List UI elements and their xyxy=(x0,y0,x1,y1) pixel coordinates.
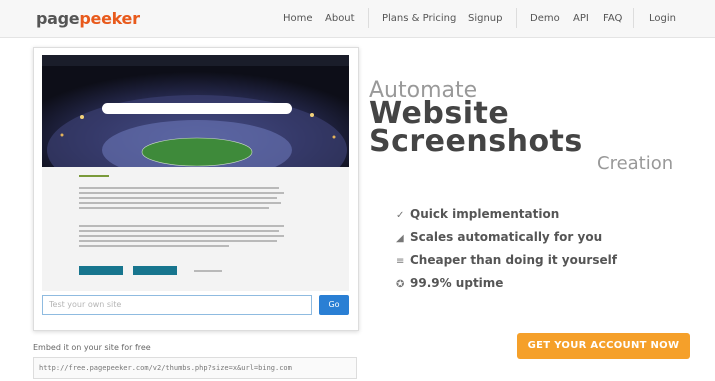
text-line xyxy=(79,240,277,242)
cookie-consent-panel xyxy=(42,167,349,291)
nav-faq[interactable]: FAQ xyxy=(603,13,622,24)
feature-text: Cheaper than doing it yourself xyxy=(410,253,617,267)
text-line xyxy=(79,192,284,194)
embed-code-text: http://free.pagepeeker.com/v2/thumbs.php… xyxy=(39,364,292,372)
nav-plans-pricing[interactable]: Plans & Pricing xyxy=(382,13,456,24)
embed-code-field[interactable]: http://free.pagepeeker.com/v2/thumbs.php… xyxy=(33,357,357,379)
feature-text: Quick implementation xyxy=(410,207,560,221)
text-line xyxy=(79,225,284,227)
get-account-button[interactable]: GET YOUR ACCOUNT NOW xyxy=(517,333,690,359)
nav-divider xyxy=(368,8,369,28)
embed-label: Embed it on your site for free xyxy=(33,343,151,352)
pencil-icon: ✓ xyxy=(396,210,405,221)
text-line xyxy=(194,270,222,272)
test-site-input[interactable]: Test your own site xyxy=(42,295,312,315)
text-line xyxy=(79,245,229,247)
bing-search-box xyxy=(102,103,292,114)
feature-text: 99.9% uptime xyxy=(410,276,504,290)
headline-screenshots: Screenshots xyxy=(369,124,583,159)
nav-divider xyxy=(516,8,517,28)
nav-signup[interactable]: Signup xyxy=(468,13,503,24)
cookie-reject-button xyxy=(133,266,177,275)
feature-text: Scales automatically for you xyxy=(410,230,603,244)
go-button[interactable]: Go xyxy=(319,295,349,315)
chart-icon: ◢ xyxy=(396,233,404,244)
text-line xyxy=(79,230,279,232)
nav-divider xyxy=(633,8,634,28)
feature-item: ✪ 99.9% uptime xyxy=(396,276,503,290)
test-site-placeholder: Test your own site xyxy=(49,300,122,309)
bing-top-bar xyxy=(42,55,349,66)
nav-api[interactable]: API xyxy=(573,13,589,24)
logo-text-peeker: peeker xyxy=(79,9,140,28)
nav-home[interactable]: Home xyxy=(283,13,313,24)
text-line xyxy=(79,202,281,204)
text-line xyxy=(79,197,277,199)
circle-icon: ✪ xyxy=(396,279,405,290)
feature-item: ✓ Quick implementation xyxy=(396,207,559,221)
feature-item: ≡ Cheaper than doing it yourself xyxy=(396,253,617,267)
headline-creation: Creation xyxy=(597,153,674,174)
nav-about[interactable]: About xyxy=(325,13,355,24)
nav-login[interactable]: Login xyxy=(649,13,676,24)
cookie-accept-button xyxy=(79,266,123,275)
text-line xyxy=(79,175,109,177)
preview-screenshot-image xyxy=(42,55,349,167)
logo-text-page: page xyxy=(36,9,80,28)
feature-item: ◢ Scales automatically for you xyxy=(396,230,602,244)
list-icon: ≡ xyxy=(396,256,405,267)
text-line xyxy=(79,207,269,209)
top-navigation-bar: pagepeeker Home About Plans & Pricing Si… xyxy=(0,0,715,38)
text-line xyxy=(79,235,284,237)
screenshot-preview-card: Test your own site Go xyxy=(33,47,359,331)
nav-demo[interactable]: Demo xyxy=(530,13,560,24)
pagepeeker-logo[interactable]: pagepeeker xyxy=(36,9,140,28)
text-line xyxy=(79,187,279,189)
